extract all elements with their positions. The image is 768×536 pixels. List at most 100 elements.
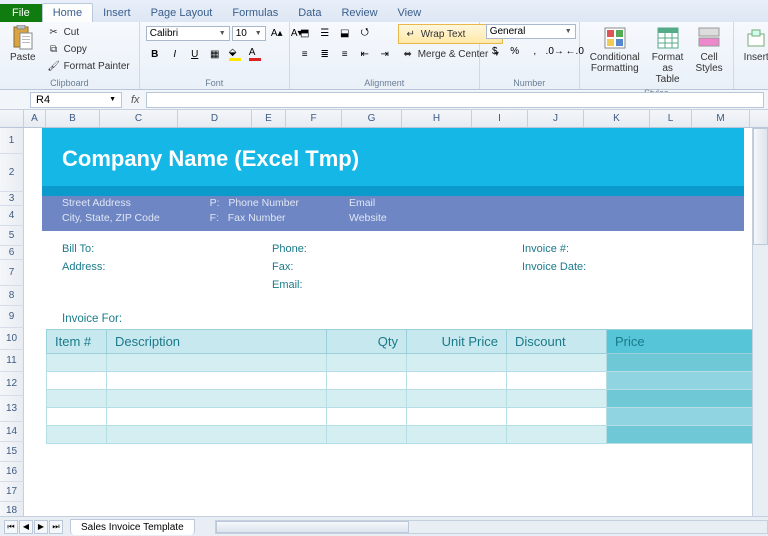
- align-middle-icon[interactable]: ☰: [316, 24, 334, 42]
- insert-cells-button[interactable]: Insert: [740, 24, 768, 65]
- table-row[interactable]: [47, 426, 756, 444]
- font-color-button[interactable]: A: [246, 45, 264, 63]
- format-painter-button[interactable]: 🖌Format Painter: [44, 58, 133, 74]
- paste-button[interactable]: Paste: [6, 24, 40, 65]
- row-header[interactable]: 17: [0, 482, 24, 502]
- row-header[interactable]: 11: [0, 350, 24, 372]
- border-button[interactable]: ▦: [206, 45, 224, 63]
- col-header[interactable]: D: [178, 110, 252, 127]
- sheet-area[interactable]: Company Name (Excel Tmp) Street AddressC…: [24, 128, 752, 518]
- font-name-dropdown[interactable]: Calibri▼: [146, 26, 230, 41]
- tab-file[interactable]: File: [0, 4, 42, 22]
- col-header[interactable]: B: [46, 110, 100, 127]
- group-font: Calibri▼ 10▼ A▴ A▾ B I U ▦ ⬙ A Font: [140, 22, 290, 89]
- cell-styles-icon: [697, 26, 721, 50]
- ribbon: Paste ✂Cut ⧉Copy 🖌Format Painter Clipboa…: [0, 22, 768, 90]
- col-header[interactable]: A: [24, 110, 46, 127]
- sheet-first-icon[interactable]: ⏮: [4, 520, 18, 534]
- col-header[interactable]: F: [286, 110, 342, 127]
- currency-icon[interactable]: $: [486, 42, 504, 60]
- cut-button[interactable]: ✂Cut: [44, 24, 133, 40]
- bucket-icon: ⬙: [229, 47, 241, 61]
- tab-data[interactable]: Data: [288, 4, 331, 22]
- increase-font-icon[interactable]: A▴: [268, 24, 286, 42]
- col-header[interactable]: J: [528, 110, 584, 127]
- sheet-next-icon[interactable]: ▶: [34, 520, 48, 534]
- align-left-icon[interactable]: ≡: [296, 45, 314, 63]
- col-header[interactable]: E: [252, 110, 286, 127]
- row-header[interactable]: 2: [0, 154, 24, 192]
- col-header[interactable]: K: [584, 110, 650, 127]
- invoice-template: Company Name (Excel Tmp) Street AddressC…: [42, 128, 744, 444]
- row-header[interactable]: 14: [0, 422, 24, 442]
- tab-page-layout[interactable]: Page Layout: [141, 4, 223, 22]
- fx-icon[interactable]: fx: [125, 94, 146, 106]
- invoice-for-label: Invoice For:: [42, 309, 744, 327]
- row-header[interactable]: 8: [0, 286, 24, 306]
- percent-icon[interactable]: %: [506, 42, 524, 60]
- table-row[interactable]: [47, 390, 756, 408]
- sheet-prev-icon[interactable]: ◀: [19, 520, 33, 534]
- align-top-icon[interactable]: ⬒: [296, 24, 314, 42]
- row-header[interactable]: 10: [0, 328, 24, 350]
- table-row[interactable]: [47, 354, 756, 372]
- invoice-info: Bill To:Phone:Invoice #: Address:Fax:Inv…: [42, 231, 744, 309]
- italic-button[interactable]: I: [166, 45, 184, 63]
- increase-decimal-icon[interactable]: .0→: [546, 42, 564, 60]
- worksheet-grid: 123456789101112131415161718 Company Name…: [0, 128, 768, 518]
- row-header[interactable]: 9: [0, 306, 24, 328]
- horizontal-scrollbar[interactable]: [215, 520, 768, 534]
- row-header[interactable]: 7: [0, 260, 24, 286]
- merge-icon: ⬌: [401, 47, 415, 61]
- col-header[interactable]: H: [402, 110, 472, 127]
- col-header[interactable]: I: [472, 110, 528, 127]
- copy-button[interactable]: ⧉Copy: [44, 41, 133, 57]
- row-header[interactable]: 6: [0, 246, 24, 260]
- col-header[interactable]: M: [692, 110, 750, 127]
- orientation-icon[interactable]: ⭯: [356, 24, 374, 42]
- sheet-last-icon[interactable]: ⏭: [49, 520, 63, 534]
- number-format-dropdown[interactable]: General▼: [486, 24, 576, 39]
- align-bottom-icon[interactable]: ⬓: [336, 24, 354, 42]
- select-all-corner[interactable]: [0, 110, 24, 127]
- align-right-icon[interactable]: ≡: [336, 45, 354, 63]
- formula-bar: R4▼ fx: [0, 90, 768, 110]
- row-header[interactable]: 12: [0, 372, 24, 396]
- underline-button[interactable]: U: [186, 45, 204, 63]
- table-row[interactable]: [47, 372, 756, 390]
- bold-button[interactable]: B: [146, 45, 164, 63]
- row-header[interactable]: 3: [0, 192, 24, 206]
- sheet-nav: ⏮ ◀ ▶ ⏭: [0, 520, 67, 534]
- tab-review[interactable]: Review: [331, 4, 387, 22]
- font-size-dropdown[interactable]: 10▼: [232, 26, 266, 41]
- group-styles: Conditional Formatting Format as Table C…: [580, 22, 734, 89]
- row-header[interactable]: 13: [0, 396, 24, 422]
- row-header[interactable]: 4: [0, 206, 24, 226]
- cell-styles-button[interactable]: Cell Styles: [691, 24, 726, 76]
- comma-icon[interactable]: ,: [526, 42, 544, 60]
- tab-insert[interactable]: Insert: [93, 4, 141, 22]
- decrease-indent-icon[interactable]: ⇤: [356, 45, 374, 63]
- formula-input[interactable]: [146, 92, 764, 108]
- conditional-formatting-button[interactable]: Conditional Formatting: [586, 24, 644, 76]
- increase-indent-icon[interactable]: ⇥: [376, 45, 394, 63]
- format-as-table-button[interactable]: Format as Table: [648, 24, 688, 87]
- tab-home[interactable]: Home: [42, 3, 93, 22]
- fill-color-button[interactable]: ⬙: [226, 45, 244, 63]
- paste-icon: [11, 26, 35, 50]
- row-header[interactable]: 15: [0, 442, 24, 462]
- col-header[interactable]: L: [650, 110, 692, 127]
- tab-formulas[interactable]: Formulas: [222, 4, 288, 22]
- col-header[interactable]: G: [342, 110, 402, 127]
- scissors-icon: ✂: [47, 25, 61, 39]
- sheet-tab[interactable]: Sales Invoice Template: [70, 519, 195, 535]
- name-box[interactable]: R4▼: [30, 92, 122, 108]
- row-header[interactable]: 5: [0, 226, 24, 246]
- col-header[interactable]: C: [100, 110, 178, 127]
- vertical-scrollbar[interactable]: [752, 128, 768, 518]
- row-header[interactable]: 16: [0, 462, 24, 482]
- tab-view[interactable]: View: [388, 4, 432, 22]
- table-row[interactable]: [47, 408, 756, 426]
- row-header[interactable]: 1: [0, 128, 24, 154]
- align-center-icon[interactable]: ≣: [316, 45, 334, 63]
